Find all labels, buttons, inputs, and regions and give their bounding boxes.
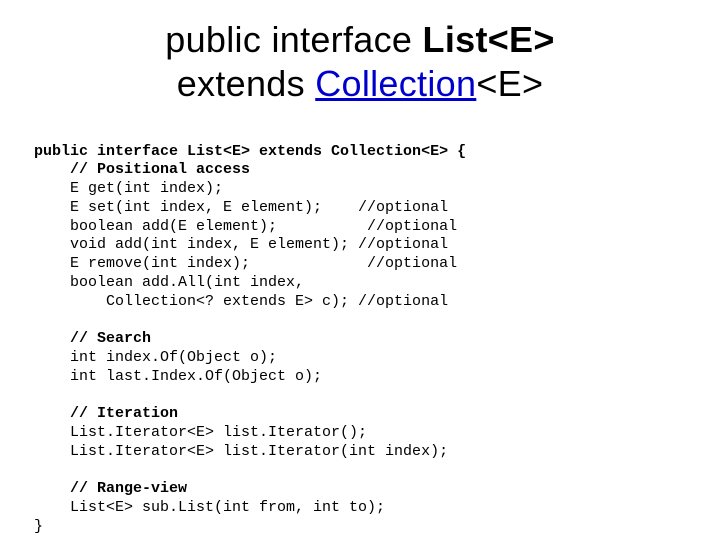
code-line: // Positional access xyxy=(34,161,250,178)
code-line: List.Iterator<E> list.Iterator(); xyxy=(34,424,367,441)
collection-link[interactable]: Collection xyxy=(315,63,476,104)
code-line: int index.Of(Object o); xyxy=(34,349,277,366)
title-l1-prefix: public interface xyxy=(165,19,422,60)
code-line: boolean add(E element); //optional xyxy=(34,218,457,235)
code-line: E set(int index, E element); //optional xyxy=(34,199,448,216)
code-line: // Iteration xyxy=(34,405,178,422)
code-line: List.Iterator<E> list.Iterator(int index… xyxy=(34,443,448,460)
slide: public interface List<E> extends Collect… xyxy=(0,0,720,540)
title-l1-bold: List<E> xyxy=(423,19,555,60)
code-line: } xyxy=(34,518,43,535)
title-line-2: extends Collection<E> xyxy=(34,62,686,106)
code-line: E remove(int index); //optional xyxy=(34,255,457,272)
title-l2-suffix: <E> xyxy=(476,63,543,104)
code-line: boolean add.All(int index, xyxy=(34,274,304,291)
code-line: Collection<? extends E> c); //optional xyxy=(34,293,448,310)
code-line: List<E> sub.List(int from, int to); xyxy=(34,499,385,516)
code-line: E get(int index); xyxy=(34,180,223,197)
code-block: public interface List<E> extends Collect… xyxy=(34,124,686,555)
page-title: public interface List<E> extends Collect… xyxy=(34,18,686,106)
title-l2-prefix: extends xyxy=(177,63,316,104)
code-line: // Range-view xyxy=(34,480,187,497)
code-line: public interface List<E> extends Collect… xyxy=(34,143,466,160)
title-line-1: public interface List<E> xyxy=(34,18,686,62)
code-line: void add(int index, E element); //option… xyxy=(34,236,448,253)
code-line: int last.Index.Of(Object o); xyxy=(34,368,322,385)
code-line: // Search xyxy=(34,330,151,347)
